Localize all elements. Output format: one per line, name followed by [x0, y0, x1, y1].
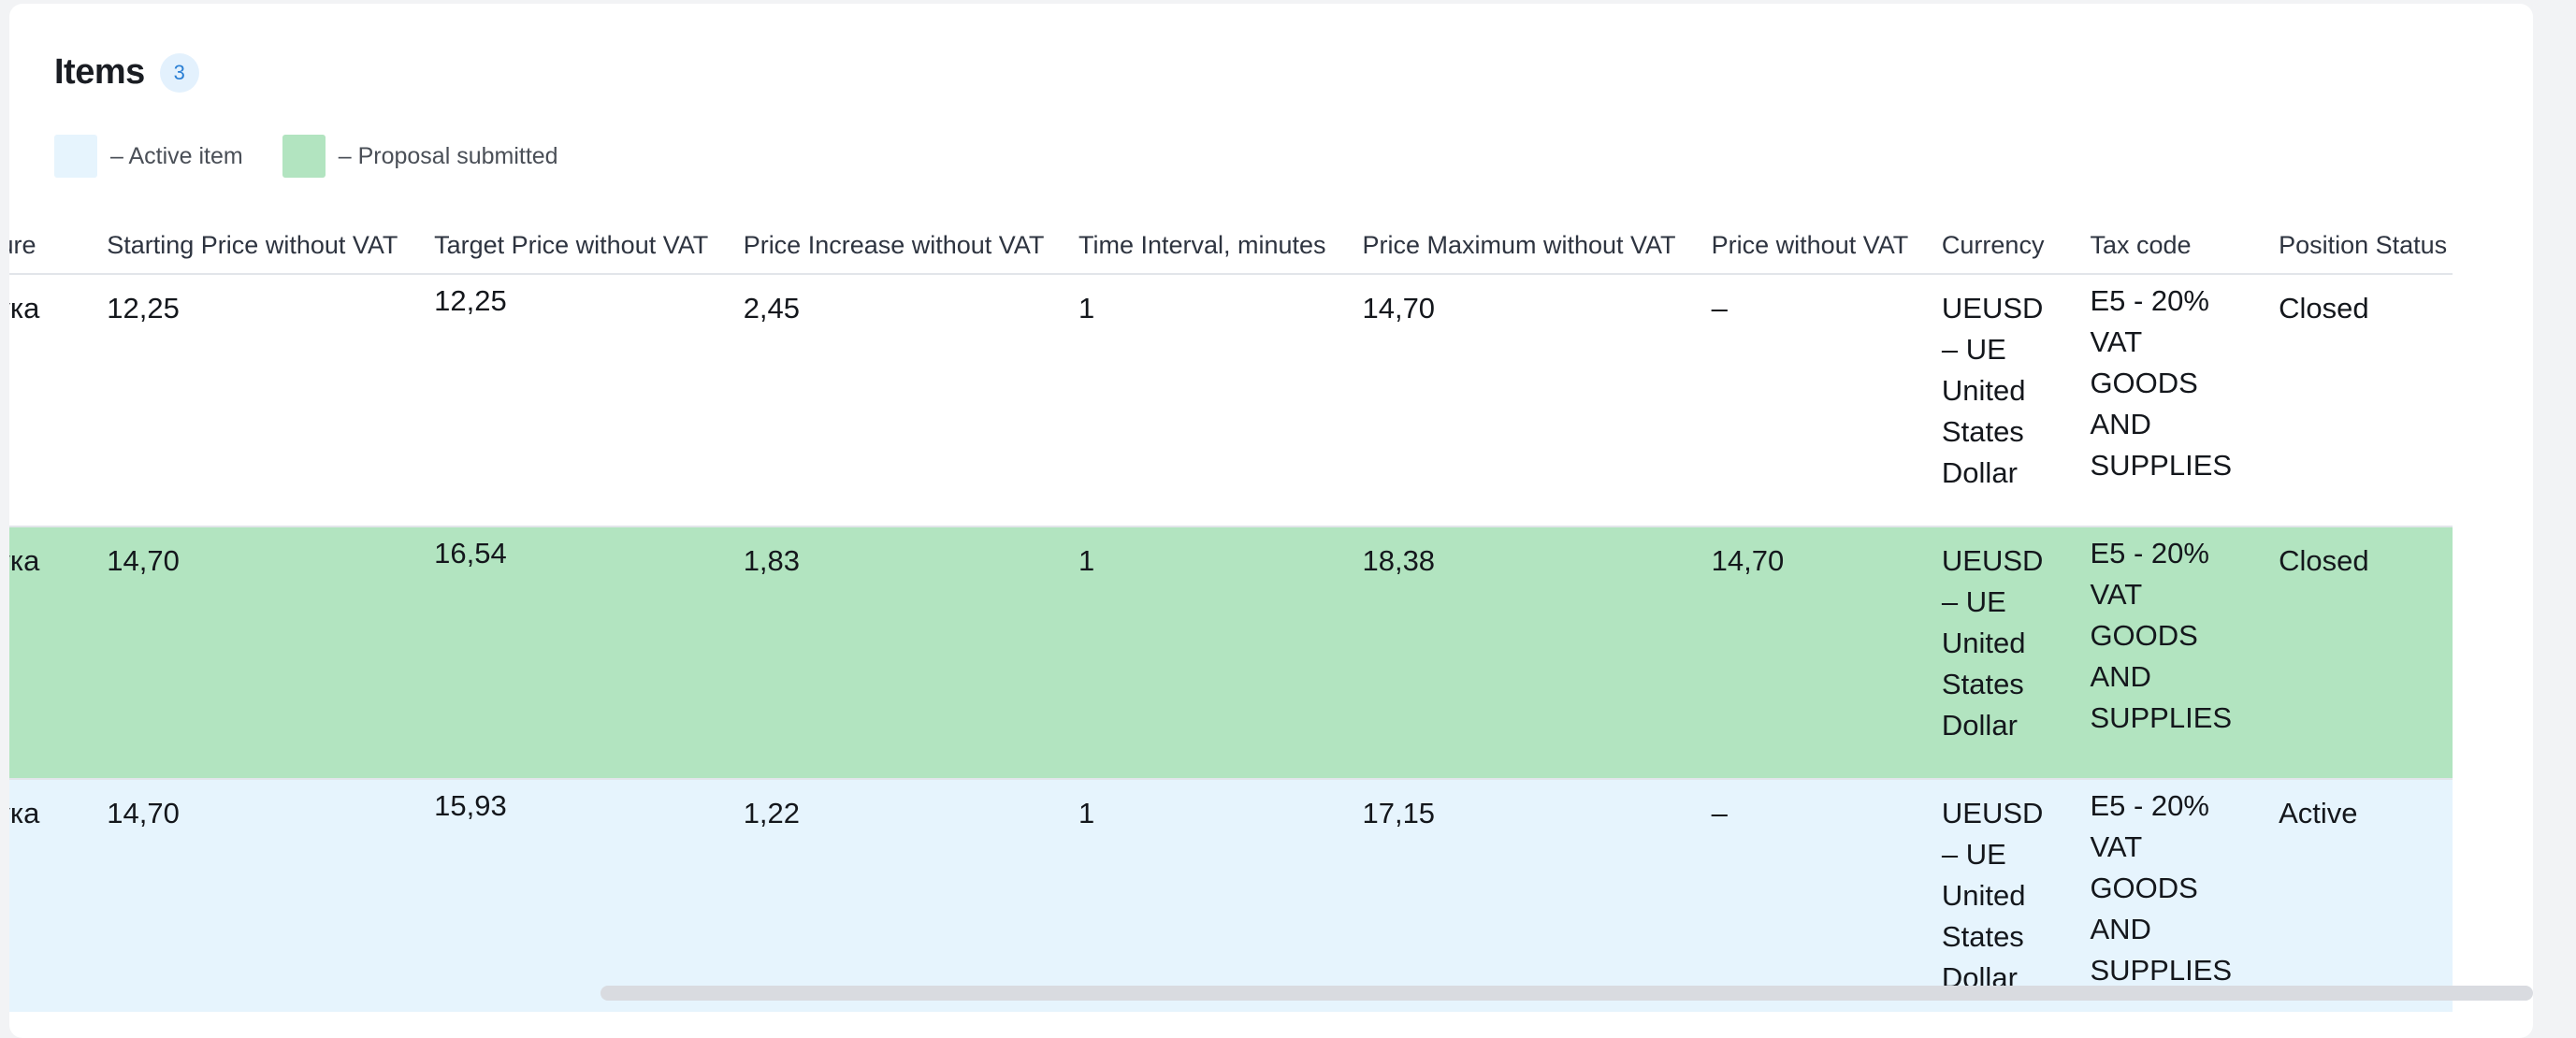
cell-unit: штука	[9, 526, 78, 780]
legend-item-proposal: – Proposal submitted	[282, 135, 558, 178]
cell-starting-price: 14,70	[77, 779, 405, 1012]
table-row[interactable]: штука 14,70 15,93 1,22 1 17,15 – UEUSD –…	[9, 779, 2453, 1012]
column-header-price-increase[interactable]: Price Increase without VAT	[713, 217, 1049, 275]
legend-swatch-proposal	[282, 135, 326, 178]
horizontal-scrollbar-thumb[interactable]	[601, 986, 2533, 1001]
cell-price: 14,70	[1681, 526, 1912, 780]
column-header-price-maximum[interactable]: Price Maximum without VAT	[1332, 217, 1682, 275]
cell-price: –	[1681, 779, 1912, 1012]
cell-tax-code: E5 - 20% VAT GOODS AND SUPPLIES	[2060, 779, 2250, 1012]
legend-label-proposal: – Proposal submitted	[338, 142, 558, 169]
legend: – Active item – Proposal submitted	[54, 135, 598, 178]
cell-price-increase: 1,22	[713, 779, 1049, 1012]
cell-price-increase: 2,45	[713, 274, 1049, 527]
cell-position-status: Closed	[2249, 274, 2453, 527]
column-header-target-price[interactable]: Target Price without VAT	[404, 217, 714, 275]
column-header-time-interval[interactable]: Time Interval, minutes	[1048, 217, 1333, 275]
cell-unit: штука	[9, 779, 78, 1012]
items-header: Items 3	[54, 52, 199, 93]
cell-target-price: 12,25	[404, 274, 714, 527]
cell-time-interval: 1	[1048, 779, 1333, 1012]
cell-currency: UEUSD – UE United States Dollar	[1911, 274, 2061, 527]
table-row[interactable]: штука 14,70 16,54 1,83 1 18,38 14,70 UEU…	[9, 526, 2453, 780]
cell-unit: штука	[9, 274, 78, 527]
cell-tax-code: E5 - 20% VAT GOODS AND SUPPLIES	[2060, 274, 2250, 527]
cell-currency: UEUSD – UE United States Dollar	[1911, 526, 2061, 780]
legend-item-active: – Active item	[54, 135, 243, 178]
column-header-starting-price[interactable]: Starting Price without VAT	[77, 217, 405, 275]
cell-price-maximum: 17,15	[1332, 779, 1682, 1012]
cell-price: –	[1681, 274, 1912, 527]
cell-time-interval: 1	[1048, 526, 1333, 780]
cell-price-increase: 1,83	[713, 526, 1049, 780]
cell-position-status: Closed	[2249, 526, 2453, 780]
items-table-viewport[interactable]: easure Starting Price without VAT Target…	[9, 217, 2533, 1012]
column-header-currency[interactable]: Currency	[1911, 217, 2061, 275]
cell-starting-price: 12,25	[77, 274, 405, 527]
cell-tax-code: E5 - 20% VAT GOODS AND SUPPLIES	[2060, 526, 2250, 780]
table-row[interactable]: штука 12,25 12,25 2,45 1 14,70 – UEUSD –…	[9, 274, 2453, 527]
cell-price-maximum: 18,38	[1332, 526, 1682, 780]
cell-target-price: 15,93	[404, 779, 714, 1012]
items-table: easure Starting Price without VAT Target…	[9, 217, 2453, 1012]
cell-currency: UEUSD – UE United States Dollar	[1911, 779, 2061, 1012]
table-header-row: easure Starting Price without VAT Target…	[9, 217, 2453, 275]
cell-price-maximum: 14,70	[1332, 274, 1682, 527]
cell-target-price: 16,54	[404, 526, 714, 780]
section-title: Items	[54, 52, 145, 92]
cell-time-interval: 1	[1048, 274, 1333, 527]
items-count-badge: 3	[159, 52, 199, 93]
column-header-tax-code[interactable]: Tax code	[2060, 217, 2250, 275]
cell-starting-price: 14,70	[77, 526, 405, 780]
items-card: Items 3 – Active item – Proposal submitt…	[9, 4, 2533, 1038]
column-header-unit-of-measure[interactable]: easure	[9, 217, 78, 275]
cell-position-status: Active	[2249, 779, 2453, 1012]
legend-label-active: – Active item	[110, 142, 243, 169]
column-header-price[interactable]: Price without VAT	[1681, 217, 1912, 275]
column-header-position-status[interactable]: Position Status	[2249, 217, 2453, 275]
legend-swatch-active	[54, 135, 97, 178]
